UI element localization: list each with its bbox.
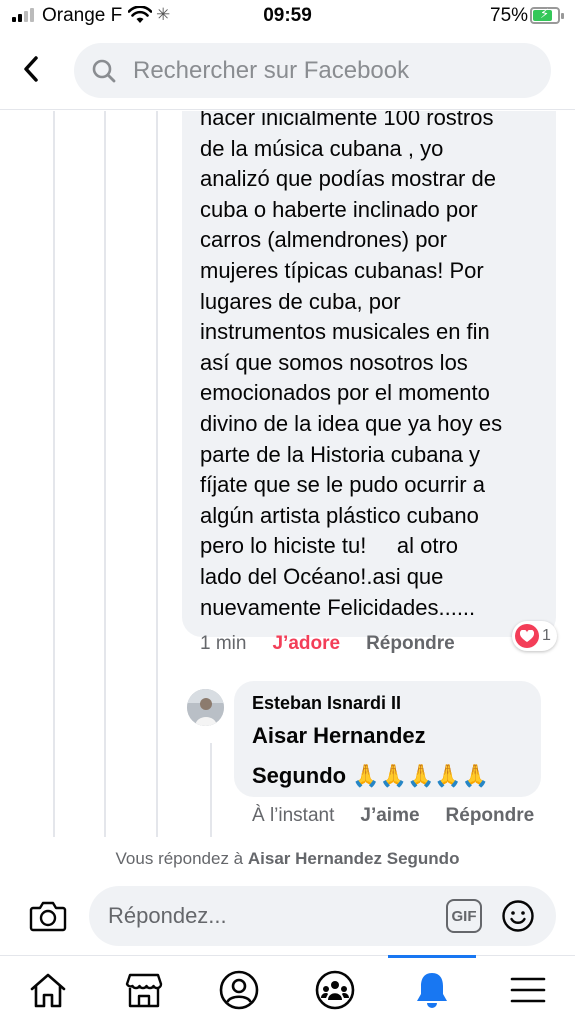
- heart-icon: [515, 624, 539, 648]
- clock: 09:59: [263, 5, 312, 26]
- status-bar: Orange F ✳ 09:59 75% ⚡: [0, 0, 575, 34]
- tab-menu[interactable]: [504, 968, 552, 1012]
- love-reaction-button[interactable]: J’adore: [272, 633, 340, 655]
- search-header: [0, 34, 575, 110]
- reply-actions: À l’instant J’aime Répondre: [252, 803, 534, 829]
- search-bar[interactable]: [74, 43, 551, 98]
- comment-bubble[interactable]: hacer inicialmente 100 rostros de la mús…: [182, 111, 556, 638]
- reply-text: Aisar Hernandez Segundo 🙏🙏🙏🙏🙏: [252, 716, 523, 796]
- camera-icon[interactable]: [28, 896, 68, 936]
- reply-button[interactable]: Répondre: [446, 805, 535, 827]
- like-button[interactable]: J’aime: [360, 805, 419, 827]
- reply-field[interactable]: GIF: [89, 886, 556, 946]
- tab-profile[interactable]: [215, 968, 263, 1012]
- reaction-count: 1: [542, 627, 551, 644]
- thread-line: [156, 111, 158, 837]
- reply-bubble[interactable]: Esteban Isnardi II Aisar Hernandez Segun…: [234, 681, 541, 797]
- reply-input[interactable]: [108, 903, 428, 929]
- reaction-count-badge[interactable]: 1: [512, 621, 557, 651]
- search-icon: [92, 59, 116, 82]
- profile-icon: [219, 970, 259, 1010]
- battery-icon: ⚡: [530, 6, 560, 24]
- comment-actions: 1 min J’adore Répondre: [200, 631, 455, 657]
- notifications-icon: [417, 973, 447, 1008]
- active-tab-indicator: [388, 955, 476, 958]
- replying-to-prefix: Vous répondez à: [115, 849, 248, 868]
- thread-line: [53, 111, 55, 837]
- thread-line: [104, 111, 106, 837]
- reply-composer: GIF: [0, 881, 575, 953]
- groups-icon: [315, 970, 355, 1010]
- comment-thread[interactable]: hacer inicialmente 100 rostros de la mús…: [0, 111, 575, 837]
- tab-groups[interactable]: [311, 968, 359, 1012]
- emoji-icon[interactable]: [501, 899, 535, 933]
- comment-text: hacer inicialmente 100 rostros de la mús…: [200, 111, 503, 620]
- menu-icon: [510, 977, 546, 1003]
- avatar[interactable]: [187, 689, 224, 726]
- replying-to-name: Aisar Hernandez Segundo: [247, 849, 460, 868]
- home-icon: [30, 973, 66, 1008]
- mention-link[interactable]: Segundo: [252, 763, 346, 788]
- back-button[interactable]: [14, 52, 48, 86]
- tab-home[interactable]: [24, 968, 72, 1012]
- tab-notifications[interactable]: [408, 968, 456, 1012]
- reply-button[interactable]: Répondre: [366, 633, 455, 655]
- mention-link[interactable]: Aisar Hernandez: [252, 723, 426, 748]
- replying-to-banner: Vous répondez à Aisar Hernandez Segundo: [0, 837, 575, 881]
- praying-hands-emoji: 🙏🙏🙏🙏🙏: [352, 763, 490, 788]
- marketplace-icon: [125, 973, 163, 1008]
- bottom-tab-bar: [0, 955, 575, 1024]
- reply-author-name[interactable]: Esteban Isnardi II: [252, 693, 523, 714]
- search-input[interactable]: [133, 56, 513, 85]
- gif-button[interactable]: GIF: [446, 899, 482, 933]
- chevron-left-icon: [24, 56, 38, 82]
- thread-line: [210, 743, 212, 837]
- battery-percentage: 75%: [490, 5, 529, 26]
- reply-timestamp: À l’instant: [252, 805, 335, 826]
- comment-timestamp: 1 min: [200, 633, 247, 654]
- tab-marketplace[interactable]: [120, 968, 168, 1012]
